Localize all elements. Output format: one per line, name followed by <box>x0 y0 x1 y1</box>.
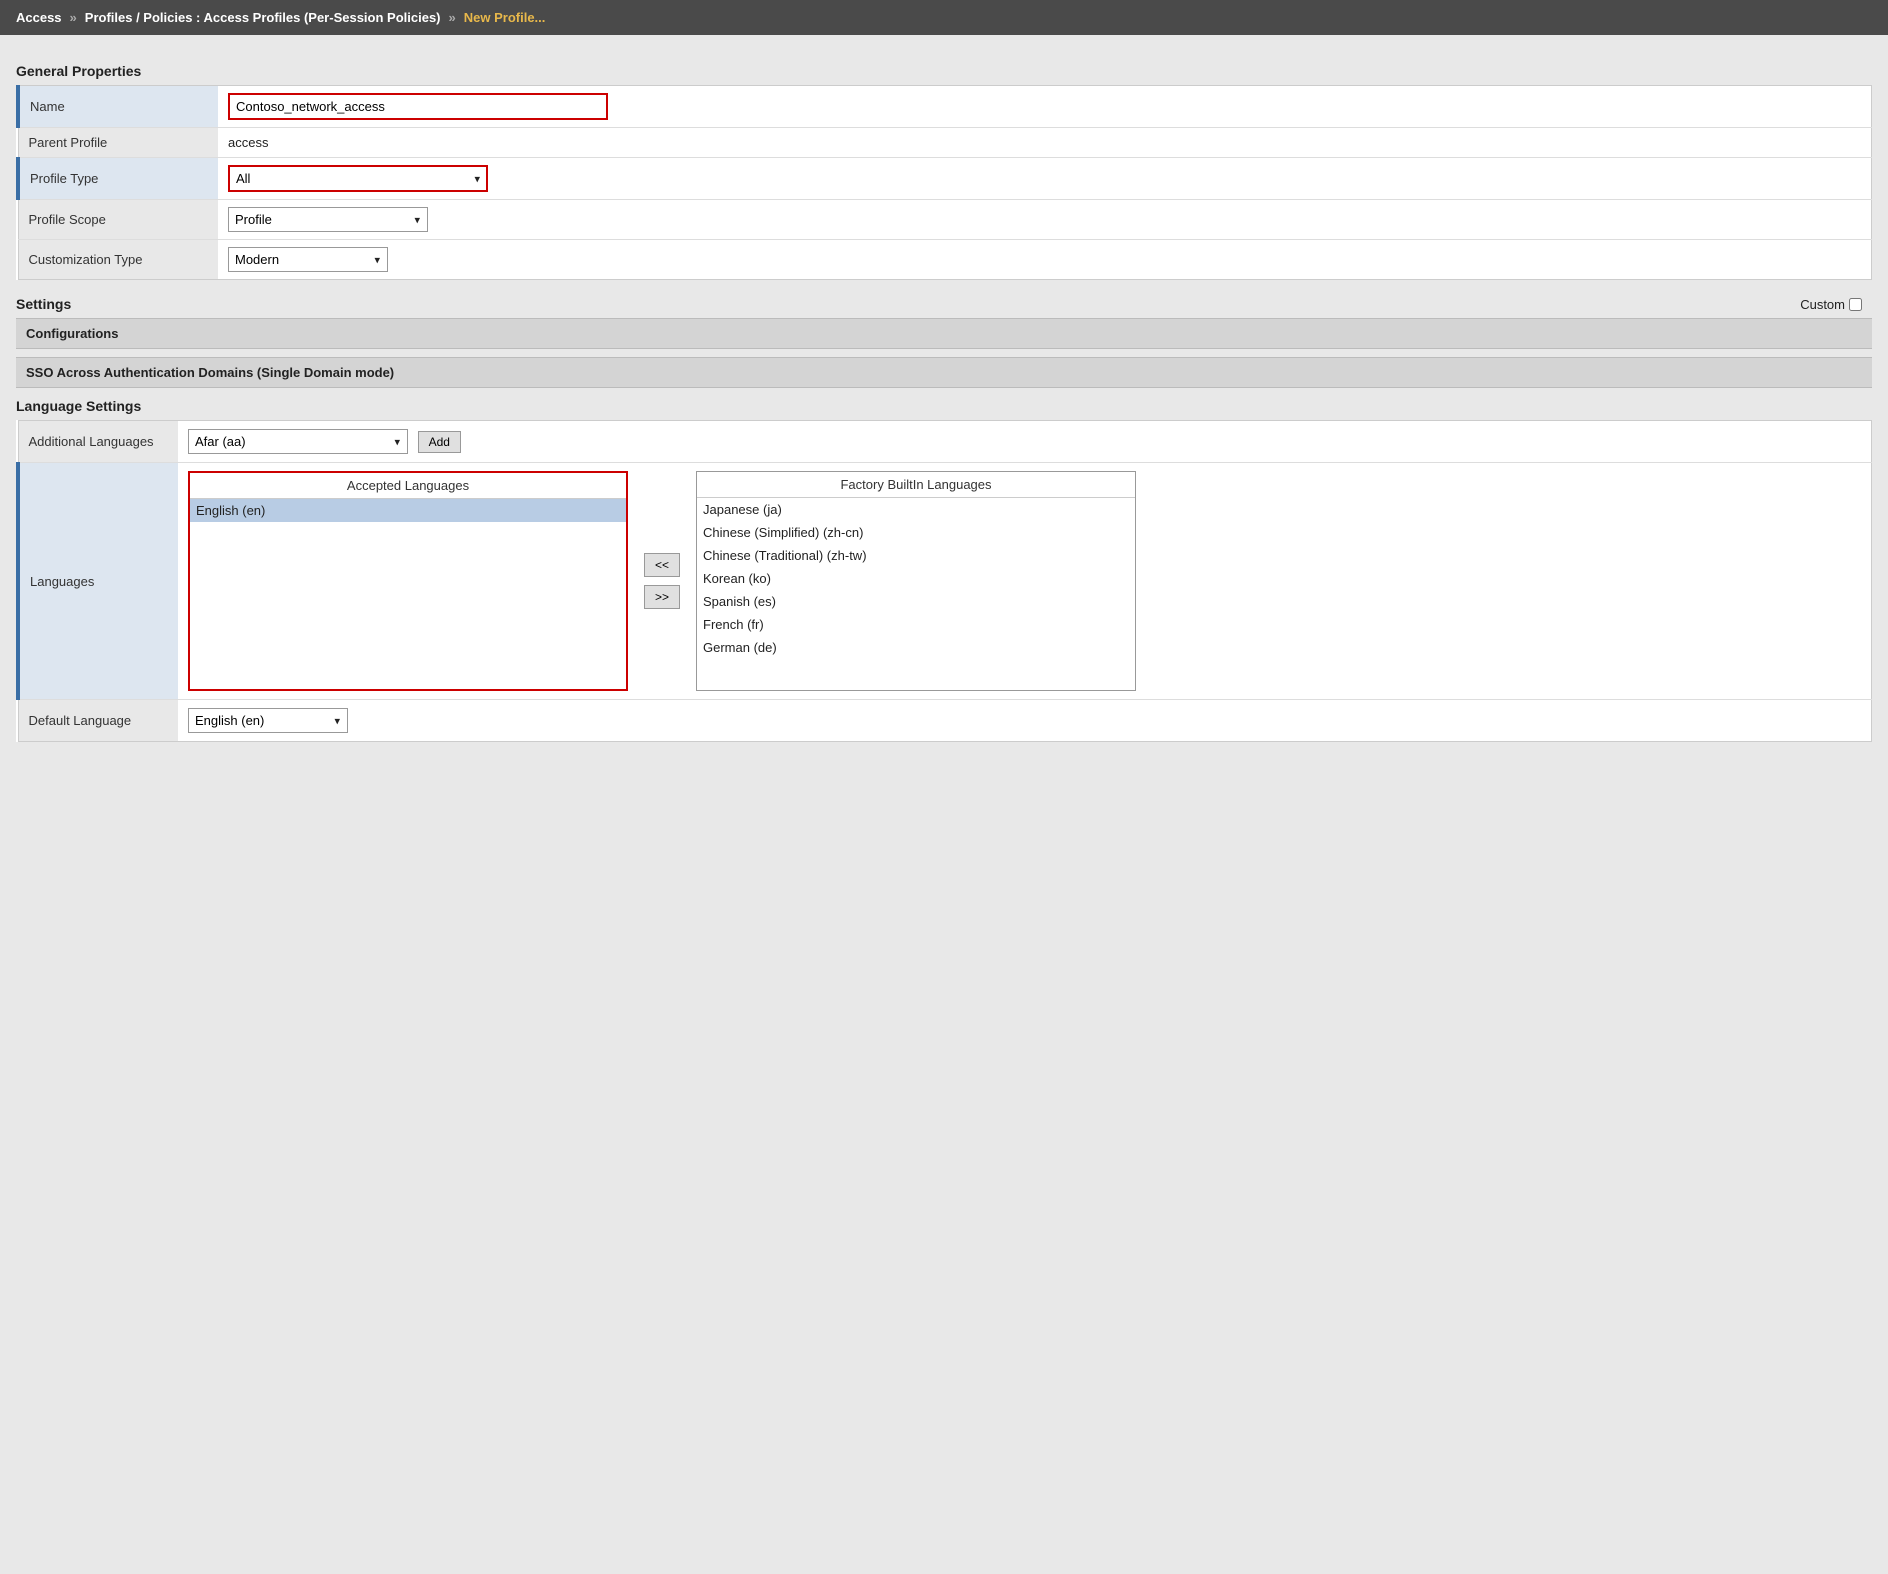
customization-type-select-wrapper: Modern Classic <box>228 247 388 272</box>
breadcrumb-access: Access <box>16 10 62 25</box>
profile-type-select[interactable]: All Named SSO <box>228 165 488 192</box>
default-language-label: Default Language <box>18 700 178 742</box>
list-item[interactable]: Chinese (Traditional) (zh-tw) <box>697 544 1135 567</box>
languages-row: Languages Accepted Languages English (en… <box>18 463 1872 700</box>
chevron-icon-2: » <box>449 10 456 25</box>
profile-type-label: Profile Type <box>18 158 218 200</box>
name-value-cell <box>218 86 1872 128</box>
sso-section: SSO Across Authentication Domains (Singl… <box>16 357 1872 388</box>
accepted-languages-box: Accepted Languages English (en) <box>188 471 628 691</box>
breadcrumb-bar: Access » Profiles / Policies : Access Pr… <box>0 0 1888 35</box>
accepted-languages-header: Accepted Languages <box>190 473 626 499</box>
default-language-select-wrapper: English (en) <box>188 708 348 733</box>
languages-label: Languages <box>18 463 178 700</box>
general-properties-heading: General Properties <box>16 63 1872 79</box>
parent-profile-row: Parent Profile access <box>18 128 1872 158</box>
breadcrumb-profiles: Profiles / Policies : Access Profiles (P… <box>85 10 441 25</box>
transfer-buttons: << >> <box>638 553 686 609</box>
transfer-right-button[interactable]: >> <box>644 585 680 609</box>
list-item[interactable]: Japanese (ja) <box>697 498 1135 521</box>
profile-type-value-cell: All Named SSO <box>218 158 1872 200</box>
language-dropdown[interactable]: Afar (aa) Abkhazian (ab) Afrikaans (af) … <box>188 429 408 454</box>
language-dropdown-wrapper: Afar (aa) Abkhazian (ab) Afrikaans (af) … <box>188 429 408 454</box>
name-row: Name <box>18 86 1872 128</box>
transfer-left-button[interactable]: << <box>644 553 680 577</box>
list-item[interactable]: German (de) <box>697 636 1135 659</box>
profile-scope-select-wrapper: Profile Named <box>228 207 428 232</box>
name-label: Name <box>18 86 218 128</box>
profile-scope-row: Profile Scope Profile Named <box>18 200 1872 240</box>
profile-scope-value-cell: Profile Named <box>218 200 1872 240</box>
customization-type-label: Customization Type <box>18 240 218 280</box>
lang-lists-container: Accepted Languages English (en) << >> Fa… <box>188 471 1861 691</box>
language-settings-table: Additional Languages Afar (aa) Abkhazian… <box>16 420 1872 742</box>
custom-checkbox[interactable] <box>1849 298 1862 311</box>
parent-profile-value: access <box>218 128 1872 158</box>
additional-languages-label: Additional Languages <box>18 421 178 463</box>
customization-type-row: Customization Type Modern Classic <box>18 240 1872 280</box>
breadcrumb-new-profile: New Profile... <box>464 10 546 25</box>
page-content: General Properties Name Parent Profile a… <box>0 35 1888 756</box>
general-properties-table: Name Parent Profile access Profile Type … <box>16 85 1872 280</box>
configurations-section: Configurations <box>16 318 1872 349</box>
parent-profile-label: Parent Profile <box>18 128 218 158</box>
settings-heading: Settings <box>16 296 71 312</box>
default-language-row: Default Language English (en) <box>18 700 1872 742</box>
language-settings-heading: Language Settings <box>16 398 1872 414</box>
factory-builtin-list[interactable]: Japanese (ja) Chinese (Simplified) (zh-c… <box>697 498 1135 688</box>
list-item[interactable]: French (fr) <box>697 613 1135 636</box>
settings-section: Settings Custom <box>16 290 1872 318</box>
sso-heading: SSO Across Authentication Domains (Singl… <box>26 365 394 380</box>
default-language-select[interactable]: English (en) <box>188 708 348 733</box>
configurations-heading: Configurations <box>26 326 118 341</box>
additional-languages-row: Additional Languages Afar (aa) Abkhazian… <box>18 421 1872 463</box>
default-language-value-cell: English (en) <box>178 700 1872 742</box>
list-item[interactable]: Korean (ko) <box>697 567 1135 590</box>
customization-type-value-cell: Modern Classic <box>218 240 1872 280</box>
accepted-languages-list[interactable]: English (en) <box>190 499 626 689</box>
list-item[interactable]: Chinese (Simplified) (zh-cn) <box>697 521 1135 544</box>
add-language-button[interactable]: Add <box>418 431 461 453</box>
customization-type-select[interactable]: Modern Classic <box>228 247 388 272</box>
additional-languages-controls: Afar (aa) Abkhazian (ab) Afrikaans (af) … <box>178 421 1872 463</box>
custom-checkbox-area: Custom <box>1800 297 1872 312</box>
factory-builtin-header: Factory BuiltIn Languages <box>697 472 1135 498</box>
factory-builtin-box: Factory BuiltIn Languages Japanese (ja) … <box>696 471 1136 691</box>
profile-scope-select[interactable]: Profile Named <box>228 207 428 232</box>
languages-lists-cell: Accepted Languages English (en) << >> Fa… <box>178 463 1872 700</box>
name-input[interactable] <box>228 93 608 120</box>
list-item[interactable]: English (en) <box>190 499 626 522</box>
chevron-icon-1: » <box>70 10 77 25</box>
profile-type-row: Profile Type All Named SSO <box>18 158 1872 200</box>
profile-type-select-wrapper: All Named SSO <box>228 165 488 192</box>
list-item[interactable]: Spanish (es) <box>697 590 1135 613</box>
custom-label: Custom <box>1800 297 1845 312</box>
profile-scope-label: Profile Scope <box>18 200 218 240</box>
